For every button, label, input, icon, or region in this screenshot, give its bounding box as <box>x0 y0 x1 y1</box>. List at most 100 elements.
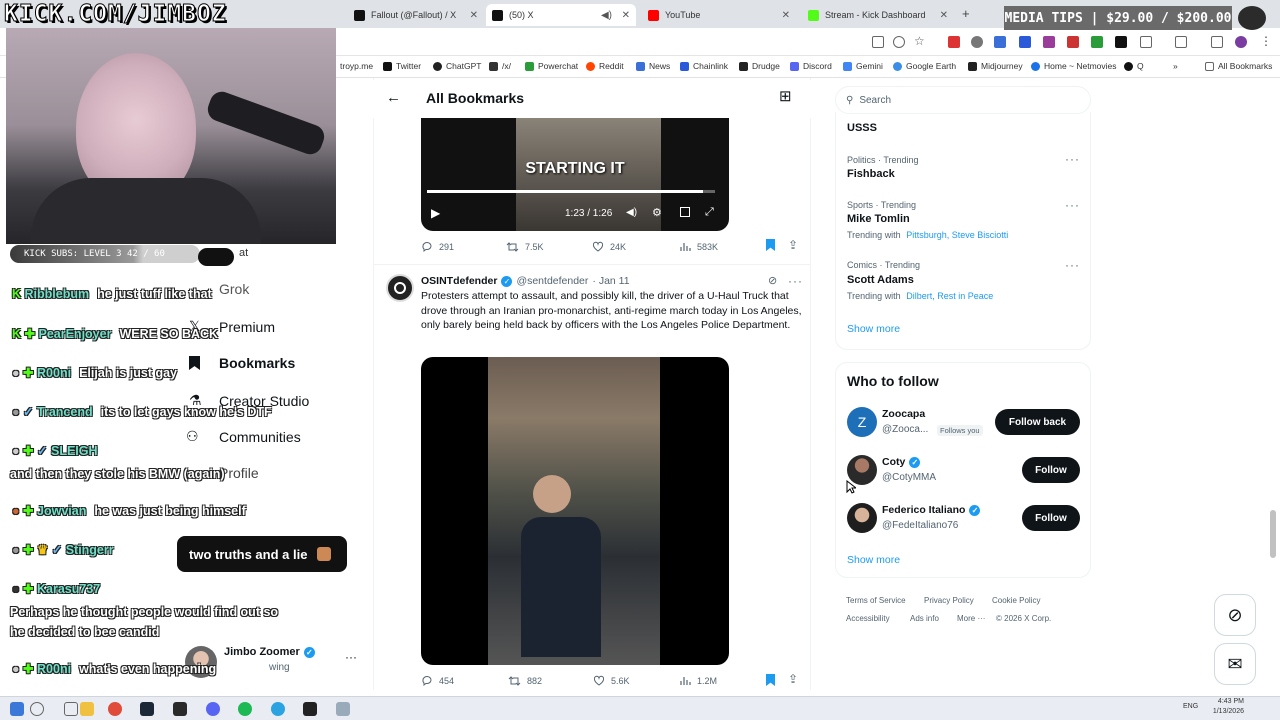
play-icon[interactable]: ▶ <box>431 206 440 220</box>
share-icon[interactable]: ⇪ <box>788 238 798 252</box>
more-icon[interactable]: ··· <box>1065 152 1080 166</box>
more-icon[interactable]: ··· <box>345 650 357 664</box>
more-icon[interactable]: ··· <box>1065 198 1080 212</box>
account-name[interactable]: Coty <box>882 456 905 468</box>
telegram-icon[interactable] <box>271 702 285 716</box>
x-extension-icon[interactable] <box>1115 36 1127 48</box>
gear-icon[interactable]: ⚙ <box>652 206 662 219</box>
clock-time[interactable]: 4:43 PM <box>1208 698 1244 705</box>
all-bookmarks-folder[interactable]: All Bookmarks <box>1205 61 1272 71</box>
views-button[interactable]: 1.2M <box>679 675 717 687</box>
back-arrow-icon[interactable]: ← <box>386 89 401 106</box>
obs-icon[interactable] <box>303 702 317 716</box>
tab-fallout[interactable]: Fallout (@Fallout) / X ✕ <box>348 4 484 26</box>
extension-icon[interactable] <box>948 36 960 48</box>
zoom-icon[interactable] <box>893 36 905 48</box>
bookmark-item[interactable]: News <box>636 61 670 71</box>
trend-name[interactable]: Mike Tomlin <box>847 213 910 225</box>
video-player[interactable]: STARTING IT ▶ 1:23 / 1:26 ◀) ⚙ ⤢ <box>421 118 729 231</box>
grok-icon[interactable]: ⊘ <box>768 274 777 287</box>
chevron-right-icon[interactable]: » <box>1173 61 1178 71</box>
trend-name[interactable]: Fishback <box>847 168 895 180</box>
search-input[interactable]: ⚲ Search <box>835 86 1091 114</box>
bookmark-item[interactable]: /x/ <box>489 61 511 71</box>
bookmark-item[interactable]: ChatGPT <box>433 61 481 71</box>
show-more-link[interactable]: Show more <box>847 554 900 566</box>
avatar[interactable] <box>1235 36 1247 48</box>
nav-bookmarks[interactable]: Bookmarks <box>189 355 295 371</box>
like-button[interactable]: 5.6K <box>593 675 630 687</box>
star-icon[interactable]: ☆ <box>914 34 925 48</box>
share-icon[interactable]: ⇪ <box>788 672 798 686</box>
extension-icon[interactable] <box>1091 36 1103 48</box>
footer-link[interactable]: Ads info <box>910 614 939 623</box>
tab-kick[interactable]: Stream - Kick Dashboard ✕ <box>802 4 954 26</box>
tab-youtube[interactable]: YouTube ✕ <box>642 4 796 26</box>
search-icon[interactable] <box>30 702 44 716</box>
follow-back-button[interactable]: Follow back <box>995 409 1080 435</box>
sidebar-icon[interactable] <box>1175 36 1187 48</box>
close-icon[interactable]: ✕ <box>622 10 630 21</box>
tab-x[interactable]: (50) X ◀) ✕ <box>486 4 636 26</box>
bookmark-item[interactable]: Discord <box>790 61 832 71</box>
volume-icon[interactable]: ◀) <box>626 207 637 218</box>
account-name[interactable]: Federico Italiano <box>882 504 965 516</box>
footer-link[interactable]: More ··· <box>957 614 985 623</box>
clock-date[interactable]: 1/13/2026 <box>1204 708 1244 715</box>
bookmark-icon[interactable] <box>766 239 775 251</box>
speaker-icon[interactable]: ◀) <box>601 10 612 21</box>
follow-button[interactable]: Follow <box>1022 457 1080 483</box>
account-handle[interactable]: @Zooca... <box>882 424 928 435</box>
puzzle-icon[interactable] <box>1140 36 1152 48</box>
reply-button[interactable]: 291 <box>421 241 454 253</box>
bookmark-item[interactable]: Twitter <box>383 61 421 71</box>
extension-icon[interactable] <box>1043 36 1055 48</box>
footer-link[interactable]: Accessibility <box>846 614 890 623</box>
more-icon[interactable]: ··· <box>788 272 803 290</box>
steam-icon[interactable] <box>140 702 154 716</box>
tweet-date[interactable]: · Jan 11 <box>592 275 629 287</box>
close-icon[interactable]: ✕ <box>940 10 948 21</box>
new-folder-icon[interactable]: ⊞ <box>779 87 792 105</box>
chrome-icon[interactable] <box>108 702 122 716</box>
language-indicator[interactable]: ENG <box>1183 703 1198 710</box>
new-tab-button[interactable]: + <box>962 6 970 21</box>
nav-grok[interactable]: Grok <box>219 281 249 297</box>
bookmark-item[interactable]: Powerchat <box>525 61 578 71</box>
start-icon[interactable] <box>10 702 24 716</box>
tweet-video[interactable] <box>421 357 729 665</box>
avatar[interactable] <box>386 274 414 302</box>
bookmark-item[interactable]: troyp.me <box>340 61 373 71</box>
reply-button[interactable]: 454 <box>421 675 454 687</box>
show-more-link[interactable]: Show more <box>847 323 900 335</box>
discord-icon[interactable] <box>206 702 220 716</box>
repost-button[interactable]: 7.5K <box>506 241 544 253</box>
avatar[interactable]: Z <box>847 407 877 437</box>
nav-communities[interactable]: ⚇ Communities <box>186 428 301 445</box>
repost-button[interactable]: 882 <box>508 675 542 687</box>
extension-icon[interactable] <box>971 36 983 48</box>
extension-icon[interactable] <box>1019 36 1031 48</box>
messages-button[interactable]: ✉ <box>1214 643 1256 685</box>
grok-button[interactable]: ⊘ <box>1214 594 1256 636</box>
more-icon[interactable]: ··· <box>1065 258 1080 272</box>
account-handle[interactable]: @FedeItaliano76 <box>882 520 958 531</box>
scrollbar[interactable] <box>1270 510 1276 558</box>
tweet-author-name[interactable]: OSINTdefender <box>421 275 497 287</box>
bookmark-item[interactable]: Google Earth <box>893 61 956 71</box>
pip-icon[interactable] <box>680 207 690 217</box>
fullscreen-icon[interactable]: ⤢ <box>705 206 714 219</box>
menu-icon[interactable] <box>1211 36 1223 48</box>
footer-link[interactable]: Privacy Policy <box>924 596 974 605</box>
folder-icon[interactable] <box>80 702 94 716</box>
close-icon[interactable]: ✕ <box>470 10 478 21</box>
bookmark-item[interactable]: Gemini <box>843 61 883 71</box>
spotify-icon[interactable] <box>238 702 252 716</box>
bookmark-item[interactable]: Reddit <box>586 61 624 71</box>
bookmark-item[interactable]: Home ~ Netmovies <box>1031 61 1117 71</box>
tweet-handle[interactable]: @sentdefender <box>516 275 588 287</box>
video-progress[interactable] <box>427 190 715 193</box>
footer-link[interactable]: Cookie Policy <box>992 596 1040 605</box>
follow-button[interactable]: Follow <box>1022 505 1080 531</box>
account-handle[interactable]: @CotyMMA <box>882 472 936 483</box>
